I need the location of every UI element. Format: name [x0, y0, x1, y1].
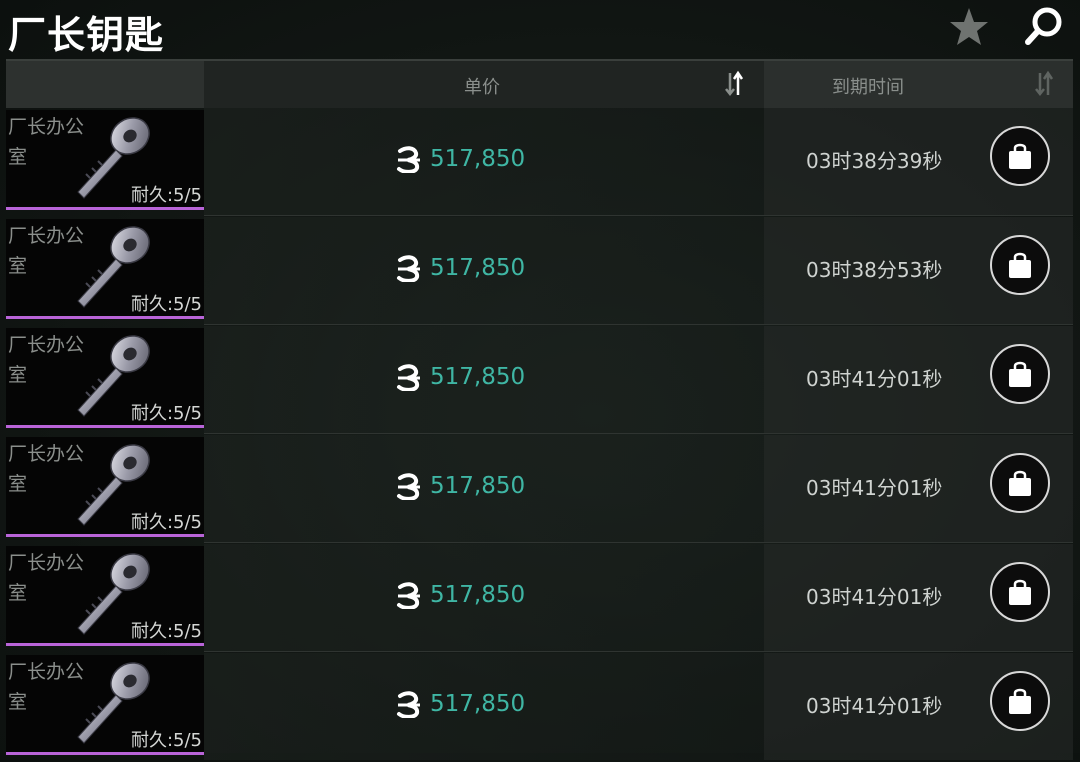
price-value: 517,850 [430, 691, 526, 717]
buy-button[interactable] [990, 562, 1050, 622]
price-value: 517,850 [430, 473, 526, 499]
header-price-label: 单价 [464, 77, 500, 98]
expire-time: 03时41分01秒 [806, 694, 943, 718]
price-cell: 517,850 [396, 578, 525, 612]
price-value: 517,850 [430, 582, 526, 608]
buy-button[interactable] [990, 126, 1050, 186]
item-thumbnail[interactable]: 厂长办公室 耐久:5/5 [6, 219, 204, 316]
expire-time: 03时41分01秒 [806, 367, 943, 391]
price-cell: 517,850 [396, 142, 525, 176]
shopping-bag-icon [1009, 688, 1031, 714]
item-name: 厂长办公室 [8, 443, 85, 495]
coin-icon [397, 364, 420, 391]
buy-button[interactable] [990, 235, 1050, 295]
price-value: 517,850 [430, 364, 526, 390]
table-row[interactable]: 厂长办公室 耐久:5/5 517,850 03时41分01秒 [6, 544, 1073, 653]
table-row[interactable]: 厂长办公室 耐久:5/5 517,850 03时41分01秒 [6, 653, 1073, 762]
table-header: 单价 到期时间 [6, 59, 1073, 108]
rarity-bar [6, 643, 204, 646]
item-thumbnail[interactable]: 厂长办公室 耐久:5/5 [6, 110, 204, 207]
title-bar: 厂长钥匙 [0, 0, 1080, 58]
item-thumbnail[interactable]: 厂长办公室 耐久:5/5 [6, 328, 204, 425]
item-name: 厂长办公室 [8, 116, 85, 168]
table-row[interactable]: 厂长办公室 耐久:5/5 517,850 03时41分01秒 [6, 435, 1073, 544]
rarity-bar [6, 534, 204, 537]
price-cell: 517,850 [396, 360, 525, 394]
coin-icon [397, 146, 420, 173]
expire-time: 03时41分01秒 [806, 476, 943, 500]
item-durability: 耐久:5/5 [130, 512, 202, 533]
item-name: 厂长办公室 [8, 552, 85, 604]
coin-icon [397, 473, 420, 500]
rarity-bar [6, 316, 204, 319]
expire-time: 03时38分53秒 [806, 258, 943, 282]
expire-time: 03时38分39秒 [806, 149, 943, 173]
table-row[interactable]: 厂长办公室 耐久:5/5 517,850 03时38分53秒 [6, 217, 1073, 326]
header-item-column [6, 61, 204, 108]
page-title: 厂长钥匙 [8, 13, 165, 57]
shopping-bag-icon [1009, 143, 1031, 169]
buy-button[interactable] [990, 671, 1050, 731]
header-price-column[interactable]: 单价 [204, 61, 764, 108]
header-time-column[interactable]: 到期时间 [764, 61, 1073, 108]
shopping-bag-icon [1009, 579, 1031, 605]
item-name: 厂长办公室 [8, 661, 85, 713]
coin-icon [397, 255, 420, 282]
rarity-bar [6, 207, 204, 210]
shopping-bag-icon [1009, 361, 1031, 387]
listing-list: 厂长办公室 耐久:5/5 517,850 03时38分39秒 厂长办公室 耐久:… [6, 108, 1073, 762]
item-name: 厂长办公室 [8, 334, 85, 386]
favorite-button[interactable] [946, 4, 992, 50]
item-durability: 耐久:5/5 [130, 403, 202, 424]
star-icon [950, 8, 988, 45]
header-time-label: 到期时间 [832, 77, 904, 98]
item-durability: 耐久:5/5 [130, 621, 202, 642]
table-row[interactable]: 厂长办公室 耐久:5/5 517,850 03时38分39秒 [6, 108, 1073, 217]
price-cell: 517,850 [396, 687, 525, 721]
sort-arrows-icon[interactable] [1032, 69, 1056, 99]
shopping-bag-icon [1009, 252, 1031, 278]
item-thumbnail[interactable]: 厂长办公室 耐久:5/5 [6, 655, 204, 752]
coin-icon [397, 582, 420, 609]
rarity-bar [6, 752, 204, 755]
expire-time: 03时41分01秒 [806, 585, 943, 609]
price-cell: 517,850 [396, 469, 525, 503]
price-value: 517,850 [430, 146, 526, 172]
shopping-bag-icon [1009, 470, 1031, 496]
item-thumbnail[interactable]: 厂长办公室 耐久:5/5 [6, 546, 204, 643]
sort-arrows-icon[interactable] [722, 69, 746, 99]
price-cell: 517,850 [396, 251, 525, 285]
search-button[interactable] [1020, 2, 1068, 50]
buy-button[interactable] [990, 453, 1050, 513]
coin-icon [397, 691, 420, 718]
item-durability: 耐久:5/5 [130, 185, 202, 206]
rarity-bar [6, 425, 204, 428]
item-durability: 耐久:5/5 [130, 730, 202, 751]
table-row[interactable]: 厂长办公室 耐久:5/5 517,850 03时41分01秒 [6, 326, 1073, 435]
buy-button[interactable] [990, 344, 1050, 404]
price-value: 517,850 [430, 255, 526, 281]
item-name: 厂长办公室 [8, 225, 85, 277]
item-thumbnail[interactable]: 厂长办公室 耐久:5/5 [6, 437, 204, 534]
search-icon [1025, 7, 1062, 45]
item-durability: 耐久:5/5 [130, 294, 202, 315]
